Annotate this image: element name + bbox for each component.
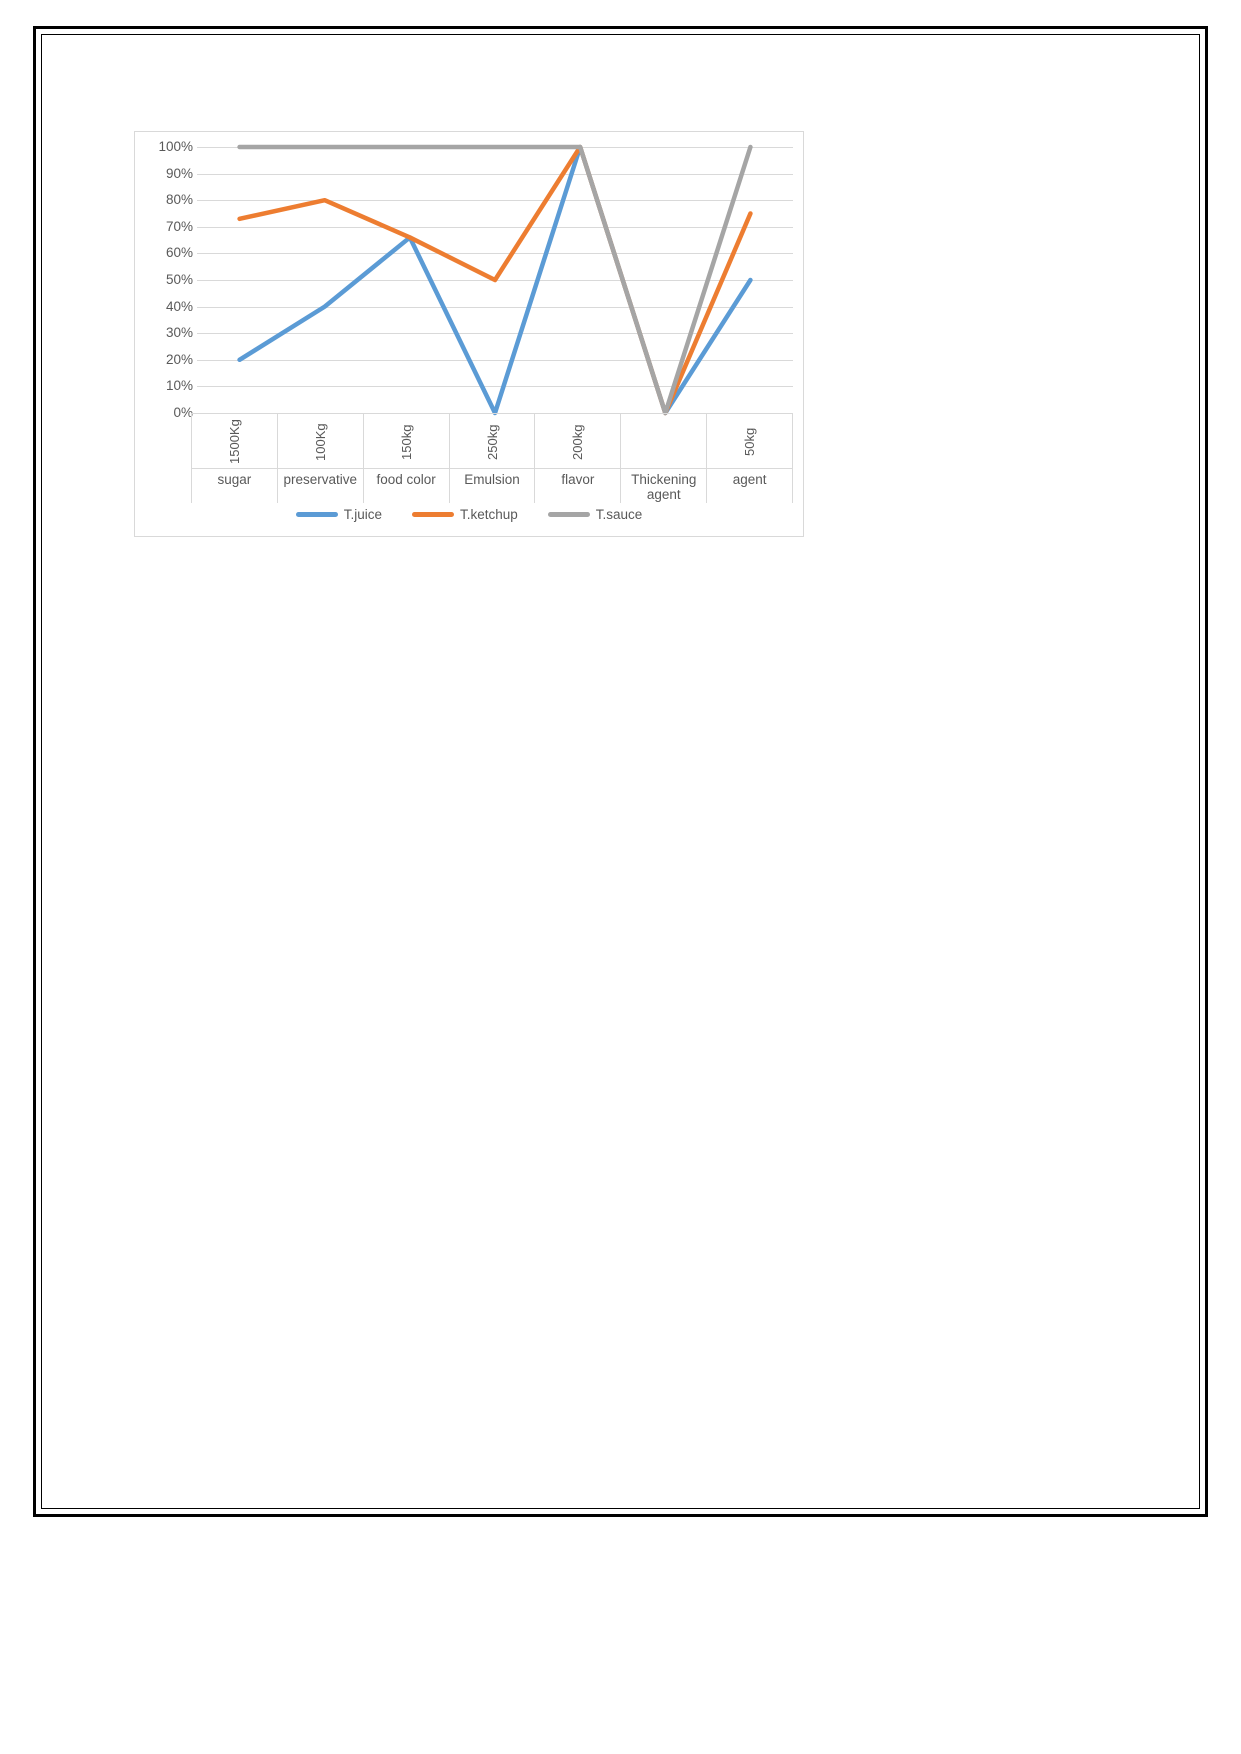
x-axis-weight-label: 100Kg bbox=[312, 423, 328, 461]
y-axis: 100% 90% 80% 70% 60% 50% 40% 30% 20% 10% 0% bbox=[135, 132, 197, 420]
x-axis-weight-label: 1500Kg bbox=[226, 419, 242, 465]
y-axis-tick-label: 60% bbox=[165, 245, 193, 261]
x-axis-weight-label: 200kg bbox=[570, 424, 586, 460]
y-axis-tick-label: 20% bbox=[165, 351, 193, 367]
y-axis-tick-label: 40% bbox=[165, 298, 193, 314]
series-lines bbox=[237, 144, 753, 416]
legend-swatch-t-sauce bbox=[547, 512, 590, 517]
legend-label-t-juice: T.juice bbox=[343, 507, 382, 522]
x-axis-category: 150kg food color bbox=[363, 414, 450, 503]
series-line-t-ketchup bbox=[237, 144, 753, 416]
x-axis-weight-label: 250kg bbox=[484, 424, 500, 460]
y-axis-tick-label: 80% bbox=[165, 192, 193, 208]
x-axis-weight-label: 50kg bbox=[742, 427, 758, 457]
chart-legend[interactable]: T.juice T.ketchup T.sauce bbox=[135, 507, 803, 522]
x-axis-category-label: food color bbox=[363, 468, 449, 503]
y-axis-tick-label: 30% bbox=[165, 325, 193, 341]
legend-swatch-t-ketchup bbox=[411, 512, 454, 517]
x-axis-category-label: Thickening agent bbox=[621, 468, 707, 503]
x-axis-weight-label: 150kg bbox=[398, 424, 414, 460]
plot-area bbox=[197, 144, 793, 416]
y-axis-tick-label: 10% bbox=[165, 378, 193, 394]
x-axis-category: 200kg flavor bbox=[535, 414, 622, 503]
x-axis-category: 50kg agent bbox=[707, 414, 794, 503]
x-axis-category-label: agent bbox=[707, 468, 793, 503]
x-axis-category: 250kg Emulsion bbox=[449, 414, 536, 503]
x-axis-category: Thickening agent bbox=[621, 414, 708, 503]
line-chart[interactable]: 100% 90% 80% 70% 60% 50% 40% 30% 20% 10% 0% 1500Kg… bbox=[134, 131, 804, 537]
legend-item-t-ketchup[interactable]: T.ketchup bbox=[411, 507, 518, 522]
x-axis-category-label: sugar bbox=[192, 468, 277, 503]
x-axis-category-table: 1500Kg sugar 100Kg preservative 150kg food co… bbox=[191, 413, 794, 503]
y-axis-tick-label: 100% bbox=[158, 139, 193, 154]
x-axis-category-label: Emulsion bbox=[449, 468, 535, 503]
legend-swatch-t-juice bbox=[295, 512, 338, 517]
legend-item-t-sauce[interactable]: T.sauce bbox=[547, 507, 643, 522]
legend-item-t-juice[interactable]: T.juice bbox=[295, 507, 382, 522]
x-axis-category-label: flavor bbox=[535, 468, 621, 503]
y-axis-tick-label: 90% bbox=[165, 165, 193, 181]
y-axis-tick-label: 50% bbox=[165, 272, 193, 287]
x-axis-category-label: preservative bbox=[277, 468, 363, 503]
legend-label-t-ketchup: T.ketchup bbox=[459, 507, 518, 522]
y-axis-tick-label: 70% bbox=[165, 218, 193, 234]
x-axis-category: 1500Kg sugar bbox=[191, 414, 278, 503]
chart-plot-wrapper: 100% 90% 80% 70% 60% 50% 40% 30% 20% 10% 0% 1500Kg… bbox=[135, 132, 803, 536]
x-axis-category: 100Kg preservative bbox=[277, 414, 364, 503]
legend-label-t-sauce: T.sauce bbox=[595, 507, 643, 522]
